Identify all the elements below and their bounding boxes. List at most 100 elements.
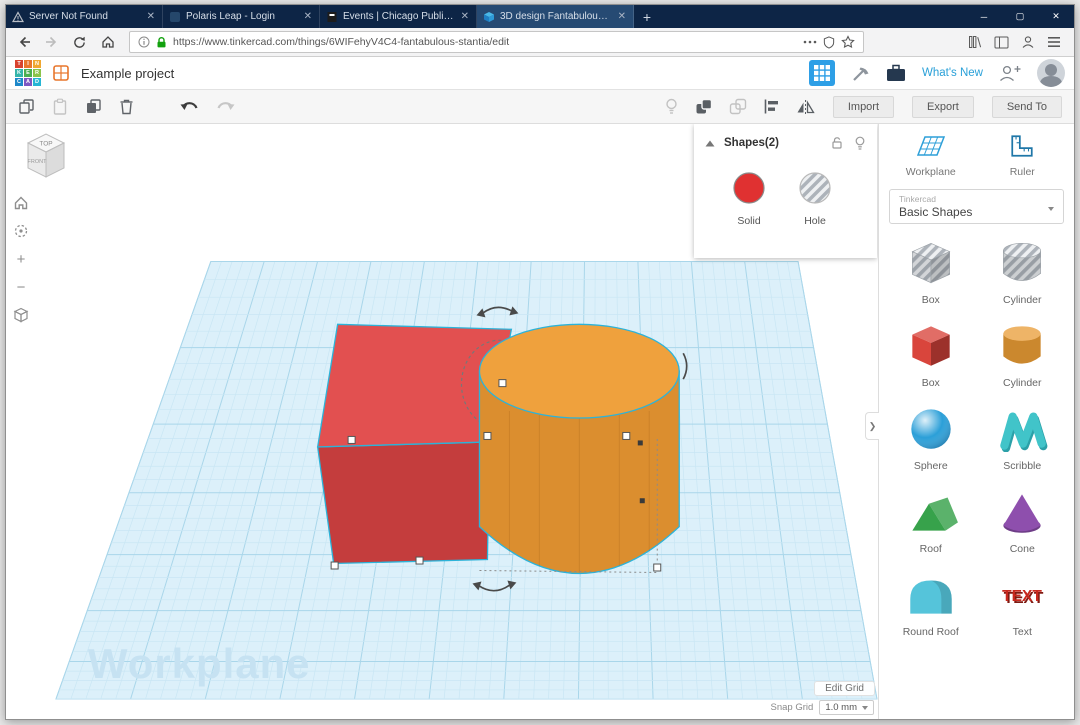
ruler-tool[interactable]: Ruler (983, 133, 1061, 178)
fit-view-button[interactable] (10, 220, 32, 242)
solid-swatch[interactable] (731, 170, 767, 206)
blocks-grid-button[interactable] (809, 60, 835, 86)
page-actions-icon[interactable] (803, 39, 817, 45)
browser-tab-1[interactable]: Server Not Found ✕ (6, 5, 163, 28)
minimize-button[interactable]: ─ (966, 5, 1002, 28)
delete-icon[interactable] (119, 98, 134, 115)
perspective-toggle-button[interactable] (10, 304, 32, 326)
workplane-tool[interactable]: Workplane (892, 133, 970, 178)
paste-icon[interactable] (52, 98, 68, 115)
back-button[interactable] (11, 31, 36, 54)
group-icon[interactable] (695, 98, 713, 115)
visibility-bulb-icon[interactable] (854, 136, 866, 151)
shape-cylinder[interactable]: Cylinder (977, 321, 1069, 389)
svg-text:TEXT: TEXT (1002, 588, 1042, 605)
shape-hole-cylinder[interactable]: Cylinder (977, 238, 1069, 306)
home-button[interactable] (95, 31, 120, 54)
sidebars-icon[interactable] (994, 36, 1009, 49)
send-to-button[interactable]: Send To (992, 96, 1062, 118)
account-icon[interactable] (1021, 35, 1035, 49)
zoom-out-button[interactable]: − (10, 276, 32, 298)
logo-tile: I (24, 60, 32, 68)
user-avatar[interactable] (1037, 59, 1065, 87)
orange-cylinder-shape[interactable] (479, 324, 679, 573)
show-all-bulb-icon[interactable] (664, 98, 679, 115)
mid-scale-handle[interactable] (640, 498, 645, 503)
shape-sphere[interactable]: Sphere (885, 404, 977, 472)
view-home-button[interactable] (10, 192, 32, 214)
shape-cone[interactable]: Cone (977, 487, 1069, 555)
scale-handle[interactable] (331, 562, 338, 569)
bookmark-star-icon[interactable] (841, 35, 855, 49)
inspector-header: Shapes(2) (694, 124, 877, 162)
align-icon[interactable] (763, 98, 780, 115)
url-bar[interactable]: https://www.tinkercad.com/things/6WIFehy… (129, 31, 864, 53)
view-cube[interactable]: TOP FRONT (20, 129, 72, 183)
new-tab-button[interactable]: + (634, 5, 660, 28)
ungroup-icon[interactable] (729, 98, 747, 115)
tab-close-icon[interactable]: ✕ (460, 11, 470, 22)
copy-icon[interactable] (18, 98, 35, 115)
logo-tile: A (24, 78, 32, 86)
briefcase-icon[interactable] (885, 63, 907, 83)
shape-label: Text (977, 626, 1069, 638)
mirror-icon[interactable] (796, 99, 815, 115)
browser-tab-3[interactable]: Events | Chicago Public Library ✕ (320, 5, 477, 28)
redo-icon[interactable] (216, 99, 235, 114)
whats-new-link[interactable]: What's New (922, 67, 983, 79)
shape-roof[interactable]: Roof (885, 487, 977, 555)
shape-round-roof[interactable]: Round Roof (885, 570, 977, 638)
sidebar-collapse-handle[interactable]: ❯ (865, 412, 879, 440)
height-handle[interactable] (499, 380, 506, 387)
shape-hole-box[interactable]: Box (885, 238, 977, 306)
export-button[interactable]: Export (912, 96, 974, 118)
url-text[interactable]: https://www.tinkercad.com/things/6WIFehy… (173, 36, 797, 48)
browser-tab-active[interactable]: 3D design Fantabulous Stantia ✕ (477, 5, 634, 28)
tab-close-icon[interactable]: ✕ (146, 11, 156, 22)
snap-grid-select[interactable]: 1.0 mm (819, 700, 874, 715)
3d-viewport[interactable]: Workplane (6, 124, 878, 719)
menu-hamburger-icon[interactable] (1047, 36, 1061, 48)
snap-grid-label: Snap Grid (771, 702, 814, 713)
library-icon[interactable] (968, 35, 982, 49)
scale-handle[interactable] (623, 432, 630, 439)
tinkercad-logo[interactable]: TINKERCAD (15, 60, 41, 86)
scale-handle[interactable] (654, 564, 661, 571)
import-button[interactable]: Import (833, 96, 894, 118)
cone-icon (993, 487, 1051, 535)
hole-swatch[interactable] (797, 170, 833, 206)
shape-category-dropdown[interactable]: Tinkercad Basic Shapes (889, 189, 1064, 224)
shape-box[interactable]: Box (885, 321, 977, 389)
scale-handle[interactable] (484, 432, 491, 439)
hole-option[interactable]: Hole (796, 170, 834, 227)
mid-scale-handle[interactable] (638, 440, 643, 445)
tab-close-icon[interactable]: ✕ (617, 11, 627, 22)
page-info-icon[interactable] (138, 36, 150, 48)
reload-button[interactable] (67, 31, 92, 54)
zoom-in-button[interactable]: + (10, 248, 32, 270)
maximize-button[interactable]: ▢ (1002, 5, 1038, 28)
invite-person-icon[interactable] (998, 64, 1022, 82)
shield-icon[interactable] (823, 36, 835, 49)
shape-text[interactable]: TEXTTEXT Text (977, 570, 1069, 638)
browser-tab-2[interactable]: Polaris Leap - Login ✕ (163, 5, 320, 28)
projects-icon[interactable] (52, 64, 70, 82)
undo-icon[interactable] (180, 99, 199, 114)
tab-close-icon[interactable]: ✕ (303, 11, 313, 22)
forward-button[interactable] (39, 31, 64, 54)
solid-option[interactable]: Solid (730, 170, 768, 227)
logo-tile: K (15, 69, 23, 77)
pickaxe-icon[interactable] (850, 63, 870, 83)
collapse-panel-icon[interactable] (705, 140, 715, 147)
duplicate-icon[interactable] (85, 98, 102, 115)
sphere-icon (902, 404, 960, 452)
shape-scribble[interactable]: Scribble (977, 404, 1069, 472)
edit-grid-button[interactable]: Edit Grid (815, 682, 874, 695)
scale-handle[interactable] (416, 557, 423, 564)
close-button[interactable]: ✕ (1038, 5, 1074, 28)
project-title[interactable]: Example project (81, 66, 174, 81)
scale-handle[interactable] (348, 436, 355, 443)
lock-icon[interactable] (830, 136, 844, 150)
https-lock-icon[interactable] (156, 36, 167, 49)
inspector-body: Solid Hole (694, 162, 877, 227)
